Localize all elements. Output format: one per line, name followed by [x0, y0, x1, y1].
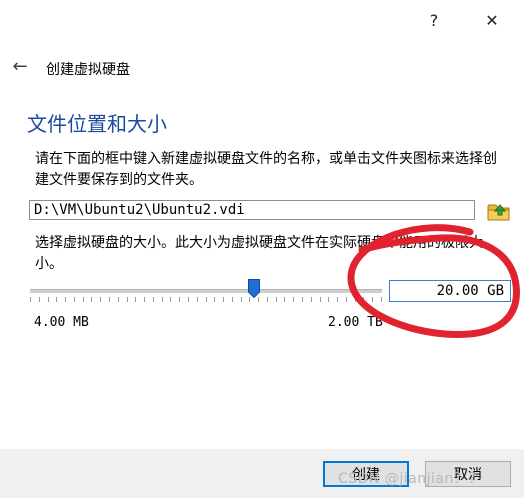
red-annotation-circle [347, 224, 520, 339]
watermark: CSDN @jianjian？？ [338, 471, 483, 487]
